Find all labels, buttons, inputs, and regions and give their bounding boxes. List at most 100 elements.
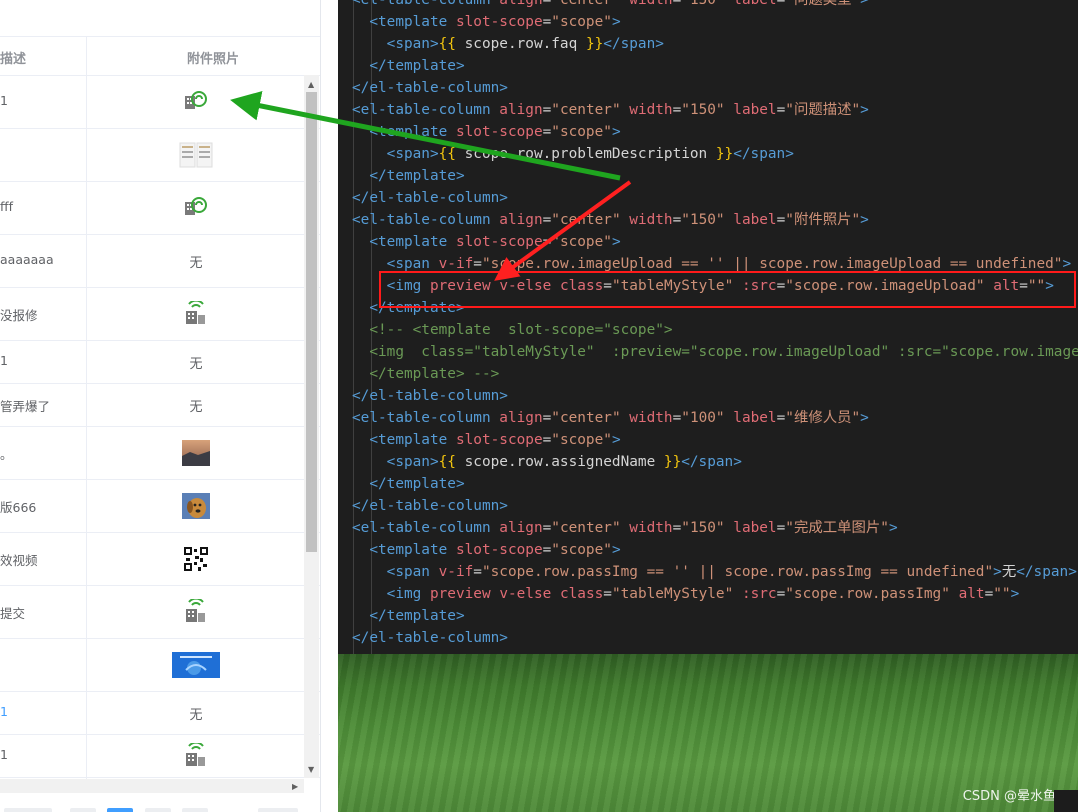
code-line[interactable]: </template> bbox=[352, 55, 464, 77]
row-description: 。 bbox=[0, 446, 13, 462]
code-line[interactable]: <el-table-column align="center" width="1… bbox=[352, 99, 869, 121]
row-description: 管弄爆了 bbox=[0, 398, 51, 414]
code-line[interactable]: <span>{{ scope.row.problemDescription }}… bbox=[352, 143, 794, 165]
code-token: }} bbox=[585, 36, 604, 52]
horizontal-scrollbar[interactable] bbox=[0, 779, 304, 793]
code-editor[interactable]: <el-table-column align="center" width="1… bbox=[338, 0, 1078, 654]
panel-gap bbox=[320, 0, 339, 812]
code-token: </span> bbox=[603, 36, 664, 52]
row-attachment bbox=[87, 439, 305, 470]
code-token: width bbox=[629, 102, 673, 118]
code-line[interactable]: <span v-if="scope.row.passImg == '' || s… bbox=[352, 561, 1077, 583]
code-token: = bbox=[542, 124, 552, 140]
code-token: <span> bbox=[386, 454, 439, 470]
code-line[interactable]: <el-table-column align="center" width="1… bbox=[352, 209, 869, 231]
no-attachment-text: 无 bbox=[189, 356, 203, 372]
code-token: "tableMyStyle" bbox=[611, 586, 734, 602]
scroll-down-arrow-icon[interactable]: ▼ bbox=[308, 765, 314, 774]
row-attachment bbox=[87, 651, 305, 682]
building-signal-icon[interactable] bbox=[183, 741, 209, 771]
code-token: slot-scope bbox=[455, 432, 543, 448]
code-token: <span> bbox=[386, 36, 439, 52]
code-line[interactable]: <template slot-scope="scope"> bbox=[352, 429, 620, 451]
code-line[interactable]: </template> bbox=[352, 605, 464, 627]
dog-photo-thumbnail[interactable] bbox=[182, 492, 210, 523]
row-description: 没报修 bbox=[0, 307, 38, 323]
code-line[interactable]: <template slot-scope="scope"> bbox=[352, 121, 620, 143]
code-line[interactable]: </template> --> bbox=[352, 363, 499, 385]
code-line[interactable]: </template> bbox=[352, 473, 464, 495]
pagination-item[interactable] bbox=[258, 808, 298, 812]
code-line[interactable]: </el-table-column> bbox=[352, 77, 508, 99]
building-image-icon[interactable] bbox=[183, 89, 209, 115]
document-thumbnail[interactable] bbox=[179, 142, 213, 172]
code-line[interactable]: <el-table-column align="center" width="1… bbox=[352, 0, 869, 11]
code-line[interactable]: <span>{{ scope.row.faq }}</span> bbox=[352, 33, 664, 55]
column-header-description[interactable]: 描述 bbox=[0, 48, 26, 67]
code-line[interactable]: <span>{{ scope.row.assignedName }}</span… bbox=[352, 451, 742, 473]
code-token: v-else bbox=[499, 586, 552, 602]
code-token: <span bbox=[386, 564, 439, 580]
scroll-right-arrow-icon[interactable]: ▶ bbox=[292, 782, 298, 791]
code-token: > bbox=[1010, 586, 1020, 602]
code-token: <!-- <template slot-scope="scope"> bbox=[369, 322, 673, 338]
code-line[interactable]: <img class="tableMyStyle" :preview="scop… bbox=[352, 341, 1078, 363]
code-line[interactable]: </el-table-column> bbox=[352, 495, 508, 517]
code-line[interactable]: </template> bbox=[352, 165, 464, 187]
scroll-up-arrow-icon[interactable]: ▲ bbox=[308, 80, 314, 89]
row-attachment bbox=[87, 195, 305, 221]
code-line[interactable]: </el-table-column> bbox=[352, 187, 508, 209]
code-token: v-if bbox=[438, 564, 474, 580]
code-line[interactable]: <template slot-scope="scope"> bbox=[352, 11, 620, 33]
code-token: </el-table-column> bbox=[352, 498, 508, 514]
code-line[interactable]: <el-table-column align="center" width="1… bbox=[352, 517, 898, 539]
code-token: "维修人员" bbox=[785, 410, 861, 426]
code-line[interactable]: <el-table-column align="center" width="1… bbox=[352, 407, 869, 429]
code-line[interactable]: </el-table-column> bbox=[352, 627, 508, 649]
column-header-attachment[interactable]: 附件照片 bbox=[187, 48, 239, 67]
sunset-photo-thumbnail[interactable] bbox=[182, 439, 210, 470]
code-line[interactable]: <template slot-scope="scope"> bbox=[352, 231, 620, 253]
table-row: 1无 bbox=[0, 340, 320, 384]
pagination-current-page[interactable] bbox=[107, 808, 133, 812]
blue-banner-thumbnail[interactable] bbox=[172, 651, 220, 682]
code-token: </el-table-column> bbox=[352, 80, 508, 96]
corner-block bbox=[1054, 790, 1078, 812]
code-line[interactable]: <template slot-scope="scope"> bbox=[352, 539, 620, 561]
code-token: "scope.row.passImg" bbox=[785, 586, 950, 602]
code-token: <el-table-column bbox=[352, 520, 500, 536]
code-token: <template bbox=[369, 432, 456, 448]
pagination-item[interactable] bbox=[145, 808, 171, 812]
code-line[interactable]: <!-- <template slot-scope="scope"> bbox=[352, 319, 673, 341]
code-token: > bbox=[860, 102, 869, 118]
vertical-scrollbar-thumb[interactable] bbox=[306, 92, 317, 552]
table-row: 提交 bbox=[0, 585, 320, 639]
code-token: > bbox=[993, 564, 1002, 580]
pagination-item[interactable] bbox=[182, 808, 208, 812]
table-row: 1无 bbox=[0, 691, 320, 735]
building-signal-icon[interactable] bbox=[183, 597, 209, 627]
code-token: "center" bbox=[551, 520, 621, 536]
building-image-icon[interactable] bbox=[183, 195, 209, 221]
building-signal-icon[interactable] bbox=[183, 299, 209, 329]
code-token: "scope.row.imageUpload == '' || scope.ro… bbox=[481, 256, 1063, 272]
code-token: v-if bbox=[438, 256, 474, 272]
code-token: :src bbox=[741, 586, 777, 602]
table-row: 1 bbox=[0, 734, 320, 778]
pagination-item[interactable] bbox=[70, 808, 96, 812]
qr-code-thumbnail[interactable] bbox=[183, 545, 209, 576]
code-token: "附件照片" bbox=[785, 212, 861, 228]
code-line[interactable]: <img preview v-else class="tableMyStyle"… bbox=[352, 583, 1020, 605]
code-line[interactable]: </el-table-column> bbox=[352, 385, 508, 407]
pagination-item[interactable] bbox=[4, 808, 52, 812]
row-description: aaaaaaa bbox=[0, 251, 54, 267]
